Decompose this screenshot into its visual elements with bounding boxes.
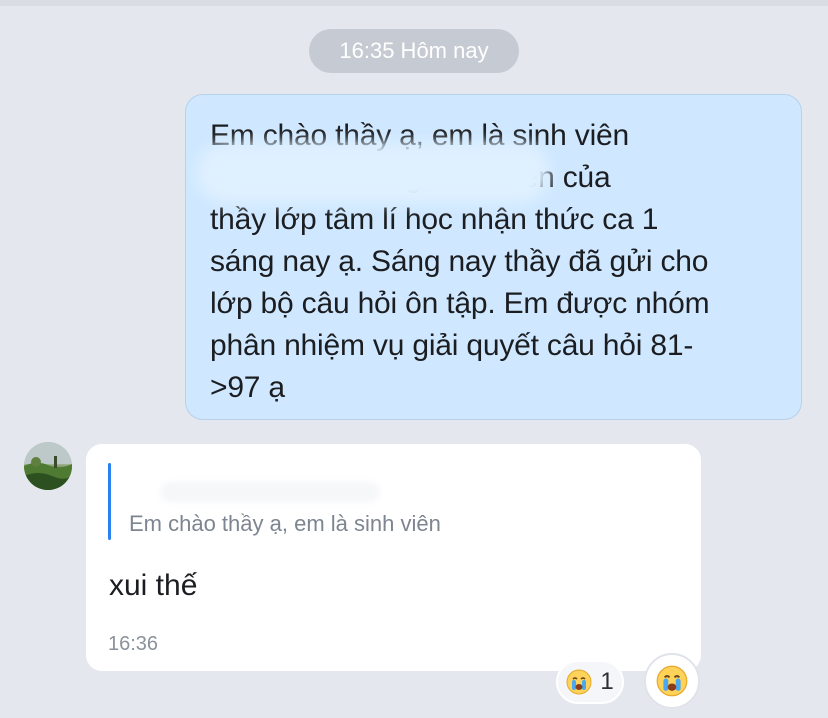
quote-accent-bar bbox=[108, 463, 111, 540]
date-time-separator: 16:35 Hôm nay bbox=[309, 29, 519, 73]
avatar[interactable] bbox=[24, 442, 72, 490]
message-time: 16:36 bbox=[108, 633, 159, 655]
add-reaction-button[interactable] bbox=[644, 653, 700, 709]
reaction-count: 1 bbox=[600, 668, 614, 695]
reaction-summary-chip[interactable]: 1 bbox=[556, 660, 624, 704]
top-edge-strip bbox=[0, 0, 828, 6]
redacted-name-blur bbox=[204, 151, 542, 195]
sent-message-bubble[interactable]: Em chào thầy ạ, em là sinh viên g, sinh … bbox=[185, 94, 802, 420]
received-message-text: xui thế bbox=[109, 569, 198, 602]
received-message-bubble[interactable]: Em chào thầy ạ, em là sinh viên xui thế … bbox=[86, 444, 701, 671]
crying-face-icon bbox=[656, 665, 688, 697]
redacted-quote-sender bbox=[160, 482, 380, 502]
avatar-landscape-image bbox=[24, 442, 72, 490]
crying-face-icon bbox=[566, 669, 592, 695]
quoted-message-text[interactable]: Em chào thầy ạ, em là sinh viên bbox=[129, 510, 441, 538]
